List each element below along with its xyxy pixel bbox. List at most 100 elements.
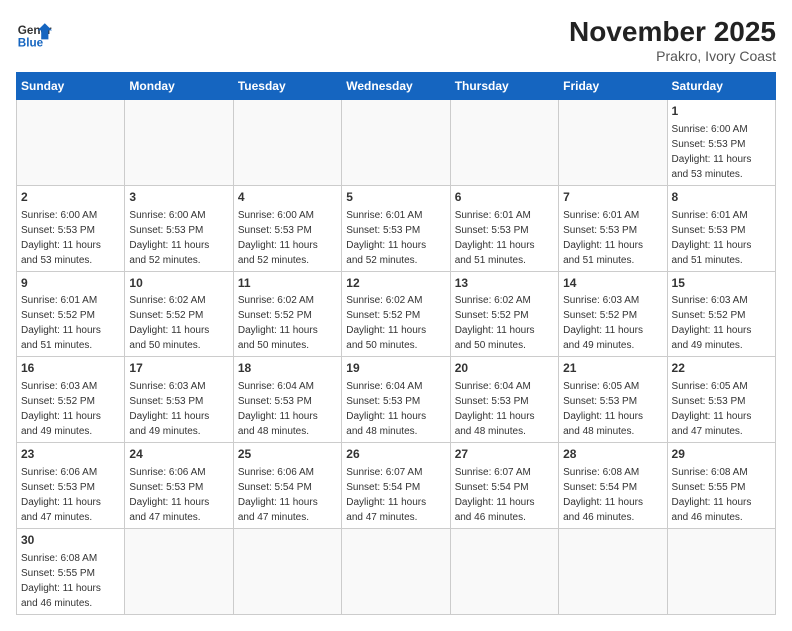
- day-cell: 25 Sunrise: 6:06 AM Sunset: 5:54 PM Dayli…: [233, 443, 341, 529]
- col-header-friday: Friday: [559, 73, 667, 100]
- header: General Blue November 2025 Prakro, Ivory…: [16, 16, 776, 64]
- day-info: Sunrise: 6:04 AM Sunset: 5:53 PM Dayligh…: [346, 379, 445, 439]
- day-cell: [450, 100, 558, 186]
- day-info: Sunrise: 6:02 AM Sunset: 5:52 PM Dayligh…: [346, 293, 445, 353]
- col-header-thursday: Thursday: [450, 73, 558, 100]
- day-number: 12: [346, 275, 445, 292]
- day-info: Sunrise: 6:02 AM Sunset: 5:52 PM Dayligh…: [455, 293, 554, 353]
- day-cell: [125, 528, 233, 614]
- day-cell: 1 Sunrise: 6:00 AM Sunset: 5:53 PM Daylig…: [667, 100, 775, 186]
- day-info: Sunrise: 6:00 AM Sunset: 5:53 PM Dayligh…: [129, 208, 228, 268]
- day-number: 15: [672, 275, 771, 292]
- day-number: 29: [672, 446, 771, 463]
- day-cell: 27Sunrise: 6:07 AM Sunset: 5:54 PM Dayli…: [450, 443, 558, 529]
- day-number: 30: [21, 532, 120, 549]
- day-info: Sunrise: 6:08 AM Sunset: 5:55 PM Dayligh…: [21, 551, 120, 611]
- day-cell: 4 Sunrise: 6:00 AM Sunset: 5:53 PM Daylig…: [233, 185, 341, 271]
- day-cell: 11Sunrise: 6:02 AM Sunset: 5:52 PM Dayli…: [233, 271, 341, 357]
- day-info: Sunrise: 6:05 AM Sunset: 5:53 PM Dayligh…: [563, 379, 662, 439]
- day-info: Sunrise: 6:04 AM Sunset: 5:53 PM Dayligh…: [238, 379, 337, 439]
- day-cell: 5Sunrise: 6:01 AM Sunset: 5:53 PM Daylig…: [342, 185, 450, 271]
- day-cell: 18 Sunrise: 6:04 AM Sunset: 5:53 PM Dayli…: [233, 357, 341, 443]
- day-number: 4: [238, 189, 337, 206]
- col-header-monday: Monday: [125, 73, 233, 100]
- day-cell: 17 Sunrise: 6:03 AM Sunset: 5:53 PM Dayli…: [125, 357, 233, 443]
- day-number: 27: [455, 446, 554, 463]
- week-row-4: 16Sunrise: 6:03 AM Sunset: 5:52 PM Dayli…: [17, 357, 776, 443]
- day-number: 26: [346, 446, 445, 463]
- week-row-1: 1 Sunrise: 6:00 AM Sunset: 5:53 PM Daylig…: [17, 100, 776, 186]
- day-info: Sunrise: 6:00 AM Sunset: 5:53 PM Dayligh…: [238, 208, 337, 268]
- day-cell: 28 Sunrise: 6:08 AM Sunset: 5:54 PM Dayli…: [559, 443, 667, 529]
- day-number: 9: [21, 275, 120, 292]
- day-cell: 26 Sunrise: 6:07 AM Sunset: 5:54 PM Dayli…: [342, 443, 450, 529]
- col-header-sunday: Sunday: [17, 73, 125, 100]
- day-info: Sunrise: 6:06 AM Sunset: 5:54 PM Dayligh…: [238, 465, 337, 525]
- day-number: 13: [455, 275, 554, 292]
- day-info: Sunrise: 6:01 AM Sunset: 5:53 PM Dayligh…: [563, 208, 662, 268]
- day-info: Sunrise: 6:02 AM Sunset: 5:52 PM Dayligh…: [238, 293, 337, 353]
- day-cell: 13Sunrise: 6:02 AM Sunset: 5:52 PM Dayli…: [450, 271, 558, 357]
- day-info: Sunrise: 6:01 AM Sunset: 5:53 PM Dayligh…: [346, 208, 445, 268]
- day-number: 14: [563, 275, 662, 292]
- day-number: 1: [672, 103, 771, 120]
- day-info: Sunrise: 6:01 AM Sunset: 5:53 PM Dayligh…: [672, 208, 771, 268]
- day-number: 7: [563, 189, 662, 206]
- day-number: 17: [129, 360, 228, 377]
- day-cell: [667, 528, 775, 614]
- day-cell: 24Sunrise: 6:06 AM Sunset: 5:53 PM Dayli…: [125, 443, 233, 529]
- svg-text:Blue: Blue: [18, 37, 44, 50]
- day-info: Sunrise: 6:04 AM Sunset: 5:53 PM Dayligh…: [455, 379, 554, 439]
- day-cell: 14Sunrise: 6:03 AM Sunset: 5:52 PM Dayli…: [559, 271, 667, 357]
- day-number: 19: [346, 360, 445, 377]
- day-number: 6: [455, 189, 554, 206]
- calendar-table: SundayMondayTuesdayWednesdayThursdayFrid…: [16, 72, 776, 615]
- day-info: Sunrise: 6:05 AM Sunset: 5:53 PM Dayligh…: [672, 379, 771, 439]
- day-cell: [233, 528, 341, 614]
- day-cell: [125, 100, 233, 186]
- day-cell: 10Sunrise: 6:02 AM Sunset: 5:52 PM Dayli…: [125, 271, 233, 357]
- logo-icon: General Blue: [16, 16, 52, 52]
- day-number: 8: [672, 189, 771, 206]
- day-info: Sunrise: 6:00 AM Sunset: 5:53 PM Dayligh…: [21, 208, 120, 268]
- day-cell: 21 Sunrise: 6:05 AM Sunset: 5:53 PM Dayli…: [559, 357, 667, 443]
- day-cell: [17, 100, 125, 186]
- day-cell: 30 Sunrise: 6:08 AM Sunset: 5:55 PM Dayli…: [17, 528, 125, 614]
- day-number: 28: [563, 446, 662, 463]
- day-number: 10: [129, 275, 228, 292]
- day-number: 25: [238, 446, 337, 463]
- day-cell: 19 Sunrise: 6:04 AM Sunset: 5:53 PM Dayli…: [342, 357, 450, 443]
- day-info: Sunrise: 6:00 AM Sunset: 5:53 PM Dayligh…: [672, 122, 771, 182]
- day-cell: [559, 528, 667, 614]
- day-number: 16: [21, 360, 120, 377]
- day-cell: 16Sunrise: 6:03 AM Sunset: 5:52 PM Dayli…: [17, 357, 125, 443]
- day-number: 22: [672, 360, 771, 377]
- day-cell: 8 Sunrise: 6:01 AM Sunset: 5:53 PM Daylig…: [667, 185, 775, 271]
- day-number: 3: [129, 189, 228, 206]
- day-cell: 29Sunrise: 6:08 AM Sunset: 5:55 PM Dayli…: [667, 443, 775, 529]
- day-number: 20: [455, 360, 554, 377]
- week-row-5: 23Sunrise: 6:06 AM Sunset: 5:53 PM Dayli…: [17, 443, 776, 529]
- day-info: Sunrise: 6:08 AM Sunset: 5:54 PM Dayligh…: [563, 465, 662, 525]
- day-cell: [559, 100, 667, 186]
- day-cell: 12Sunrise: 6:02 AM Sunset: 5:52 PM Dayli…: [342, 271, 450, 357]
- day-cell: 3 Sunrise: 6:00 AM Sunset: 5:53 PM Daylig…: [125, 185, 233, 271]
- day-cell: 2Sunrise: 6:00 AM Sunset: 5:53 PM Daylig…: [17, 185, 125, 271]
- day-info: Sunrise: 6:01 AM Sunset: 5:53 PM Dayligh…: [455, 208, 554, 268]
- day-cell: 7 Sunrise: 6:01 AM Sunset: 5:53 PM Daylig…: [559, 185, 667, 271]
- day-info: Sunrise: 6:07 AM Sunset: 5:54 PM Dayligh…: [346, 465, 445, 525]
- day-cell: 9Sunrise: 6:01 AM Sunset: 5:52 PM Daylig…: [17, 271, 125, 357]
- day-number: 18: [238, 360, 337, 377]
- day-number: 23: [21, 446, 120, 463]
- location: Prakro, Ivory Coast: [569, 48, 776, 64]
- day-number: 21: [563, 360, 662, 377]
- day-cell: 15Sunrise: 6:03 AM Sunset: 5:52 PM Dayli…: [667, 271, 775, 357]
- week-row-3: 9Sunrise: 6:01 AM Sunset: 5:52 PM Daylig…: [17, 271, 776, 357]
- month-title: November 2025: [569, 16, 776, 48]
- week-row-2: 2Sunrise: 6:00 AM Sunset: 5:53 PM Daylig…: [17, 185, 776, 271]
- week-row-6: 30 Sunrise: 6:08 AM Sunset: 5:55 PM Dayli…: [17, 528, 776, 614]
- day-info: Sunrise: 6:03 AM Sunset: 5:53 PM Dayligh…: [129, 379, 228, 439]
- day-cell: [450, 528, 558, 614]
- day-cell: 23Sunrise: 6:06 AM Sunset: 5:53 PM Dayli…: [17, 443, 125, 529]
- col-header-wednesday: Wednesday: [342, 73, 450, 100]
